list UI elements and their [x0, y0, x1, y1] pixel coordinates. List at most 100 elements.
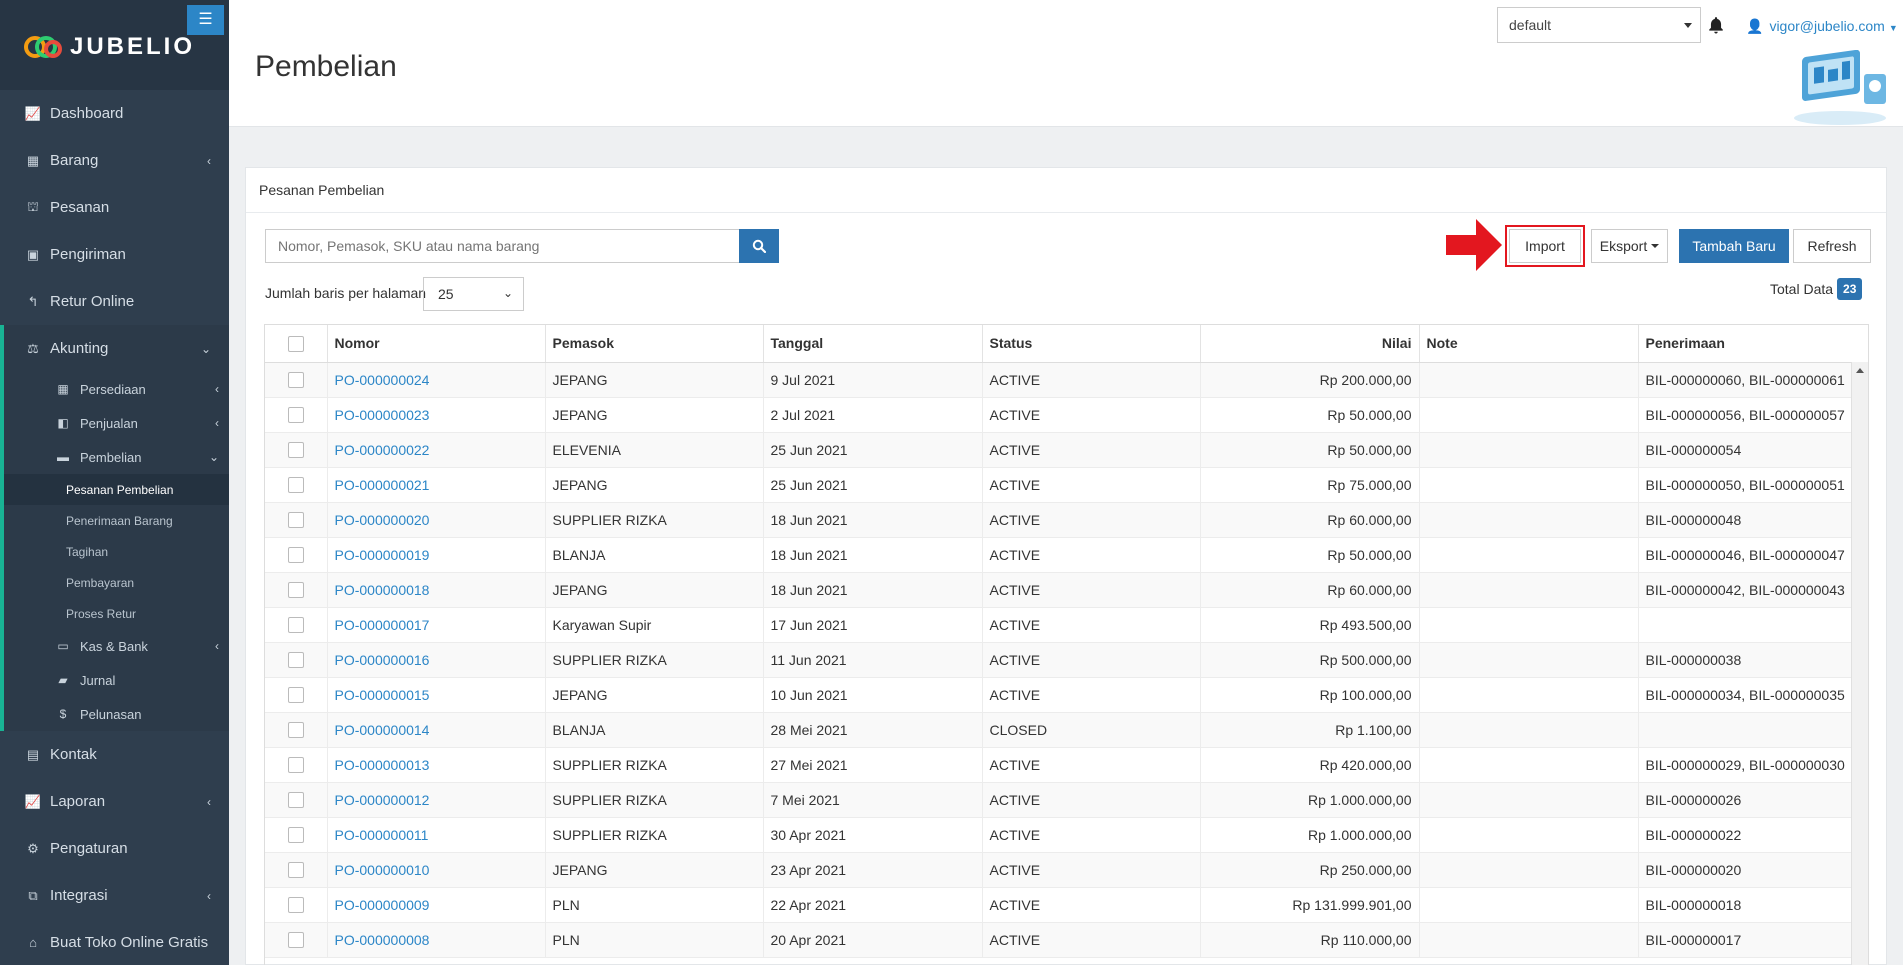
column-header[interactable]: Nilai [1200, 325, 1420, 363]
table-row[interactable]: PO-000000009 PLN 22 Apr 2021 ACTIVE Rp 131.9… [265, 887, 1868, 923]
column-header[interactable]: Note [1419, 325, 1639, 363]
table-row[interactable]: PO-000000024 JEPANG 9 Jul 2021 ACTIVE Rp 200… [265, 362, 1868, 398]
sidebar-item-penerimaan-barang[interactable]: Penerimaan Barang [4, 505, 229, 536]
sidebar-item-pengiriman[interactable]: ▣ Pengiriman [0, 231, 229, 278]
row-checkbox[interactable] [287, 792, 304, 809]
add-new-button[interactable]: Tambah Baru [1679, 229, 1789, 263]
import-button[interactable]: Import [1509, 229, 1581, 263]
refresh-button[interactable]: Refresh [1793, 229, 1871, 263]
sidebar-item-pelunasan[interactable]: $ Pelunasan [4, 697, 229, 731]
table-row[interactable]: PO-000000013 SUPPLIER RIZKA 27 Mei 2021 ACT… [265, 747, 1868, 783]
table-row[interactable]: PO-000000019 BLANJA 18 Jun 2021 ACTIVE Rp 50… [265, 537, 1868, 573]
vertical-scrollbar[interactable] [1851, 362, 1868, 965]
row-checkbox[interactable] [287, 687, 304, 704]
po-number-link[interactable]: PO-000000017 [335, 617, 430, 633]
po-number-link[interactable]: PO-000000020 [335, 512, 430, 528]
row-checkbox[interactable] [287, 582, 304, 599]
row-checkbox[interactable] [287, 897, 304, 914]
sidebar-item-jurnal[interactable]: ▰ Jurnal [4, 663, 229, 697]
table-row[interactable]: PO-000000008 PLN 20 Apr 2021 ACTIVE Rp 110.0… [265, 922, 1868, 958]
sidebar-item-retur-online[interactable]: ↰ Retur Online [0, 278, 229, 325]
sidebar-item-pesanan-pembelian[interactable]: Pesanan Pembelian [4, 474, 229, 505]
sidebar-item-pengaturan[interactable]: ⚙ Pengaturan [0, 825, 229, 872]
bell-icon[interactable] [1707, 16, 1725, 34]
search-button[interactable] [739, 229, 779, 263]
table-row[interactable]: PO-000000018 JEPANG 18 Jun 2021 ACTIVE Rp 60… [265, 572, 1868, 608]
receipts-cell: BIL-000000018 [1638, 887, 1868, 923]
sidebar-item-laporan[interactable]: 📈 Laporan ‹ [0, 778, 229, 825]
sidebar-item-proses-retur[interactable]: Proses Retur [4, 598, 229, 629]
row-checkbox[interactable] [287, 547, 304, 564]
row-checkbox[interactable] [287, 617, 304, 634]
table-row[interactable]: PO-000000012 SUPPLIER RIZKA 7 Mei 2021 ACTI… [265, 782, 1868, 818]
column-header[interactable]: Nomor [327, 325, 546, 363]
table-row[interactable]: PO-000000023 JEPANG 2 Jul 2021 ACTIVE Rp 50.… [265, 397, 1868, 433]
logo[interactable]: JUBELIO [24, 33, 195, 61]
sidebar-item-penjualan[interactable]: ◧ Penjualan ‹ [4, 406, 229, 440]
row-checkbox[interactable] [287, 827, 304, 844]
row-checkbox[interactable] [287, 512, 304, 529]
export-button[interactable]: Eksport [1591, 229, 1668, 263]
user-menu[interactable]: 👤 vigor@jubelio.com ▼ [1746, 18, 1898, 35]
row-checkbox[interactable] [287, 477, 304, 494]
table-row[interactable]: PO-000000014 BLANJA 28 Mei 2021 CLOSED Rp 1.… [265, 712, 1868, 748]
sidebar-item-akunting[interactable]: ⚖ Akunting ⌄ [4, 325, 229, 372]
row-checkbox[interactable] [287, 862, 304, 879]
sidebar-item-persediaan[interactable]: ▦ Persediaan ‹ [4, 372, 229, 406]
scroll-up-icon[interactable] [1856, 368, 1864, 373]
po-number-link[interactable]: PO-000000014 [335, 722, 430, 738]
row-checkbox[interactable] [287, 407, 304, 424]
po-number-link[interactable]: PO-000000022 [335, 442, 430, 458]
column-header[interactable]: Pemasok [545, 325, 764, 363]
sidebar-item-buat-toko[interactable]: ⌂ Buat Toko Online Gratis [0, 919, 229, 965]
row-checkbox[interactable] [287, 652, 304, 669]
sidebar-item-kontak[interactable]: ▤ Kontak [0, 731, 229, 778]
po-number-link[interactable]: PO-000000019 [335, 547, 430, 563]
sidebar-item-dashboard[interactable]: 📈 Dashboard [0, 90, 229, 137]
date-cell: 28 Mei 2021 [763, 712, 983, 748]
sidebar-item-barang[interactable]: ▦ Barang ‹ [0, 137, 229, 184]
po-number-link[interactable]: PO-000000023 [335, 407, 430, 423]
sidebar-item-kas-bank[interactable]: ▭ Kas & Bank ‹ [4, 629, 229, 663]
po-number-link[interactable]: PO-000000011 [335, 827, 429, 843]
po-number-link[interactable]: PO-000000018 [335, 582, 430, 598]
column-header[interactable]: Status [982, 325, 1201, 363]
po-number-link[interactable]: PO-000000015 [335, 687, 430, 703]
sidebar-item-integrasi[interactable]: ⧉ Integrasi ‹ [0, 872, 229, 919]
sidebar-item-pembayaran[interactable]: Pembayaran [4, 567, 229, 598]
po-number-link[interactable]: PO-000000013 [335, 757, 430, 773]
hamburger-icon[interactable]: ☰ [187, 5, 224, 35]
table-row[interactable]: PO-000000011 SUPPLIER RIZKA 30 Apr 2021 ACT… [265, 817, 1868, 853]
sidebar-item-tagihan[interactable]: Tagihan [4, 536, 229, 567]
table-row[interactable]: PO-000000010 JEPANG 23 Apr 2021 ACTIVE Rp 25… [265, 852, 1868, 888]
status-cell: ACTIVE [982, 397, 1201, 433]
sidebar-item-pesanan[interactable]: ⛫ Pesanan [0, 184, 229, 231]
rows-per-page-select[interactable]: 25 ⌄ [423, 277, 524, 311]
table-row[interactable]: PO-000000022 ELEVENIA 25 Jun 2021 ACTIVE Rp … [265, 432, 1868, 468]
po-number-link[interactable]: PO-000000016 [335, 652, 430, 668]
row-checkbox[interactable] [287, 442, 304, 459]
row-checkbox[interactable] [287, 757, 304, 774]
reply-icon: ↰ [27, 293, 39, 309]
table-row[interactable]: PO-000000017 Karyawan Supir 17 Jun 2021 ACT… [265, 607, 1868, 643]
column-header[interactable]: Penerimaan [1638, 325, 1868, 363]
row-checkbox[interactable] [287, 372, 304, 389]
po-number-link[interactable]: PO-000000024 [335, 372, 430, 388]
po-number-link[interactable]: PO-000000012 [335, 792, 430, 808]
po-number-link[interactable]: PO-000000009 [335, 897, 430, 913]
search-input[interactable] [265, 229, 740, 263]
sidebar-item-pembelian[interactable]: ▬ Pembelian ⌄ [4, 440, 229, 474]
table-row[interactable]: PO-000000020 SUPPLIER RIZKA 18 Jun 2021 ACT… [265, 502, 1868, 538]
row-checkbox[interactable] [287, 722, 304, 739]
select-all-checkbox[interactable] [287, 335, 304, 352]
column-header[interactable]: Tanggal [763, 325, 983, 363]
po-number-link[interactable]: PO-000000008 [335, 932, 430, 948]
date-cell: 11 Jun 2021 [763, 642, 983, 678]
table-row[interactable]: PO-000000015 JEPANG 10 Jun 2021 ACTIVE Rp 10… [265, 677, 1868, 713]
row-checkbox[interactable] [287, 932, 304, 949]
table-row[interactable]: PO-000000016 SUPPLIER RIZKA 11 Jun 2021 ACT… [265, 642, 1868, 678]
po-number-link[interactable]: PO-000000021 [335, 477, 430, 493]
table-row[interactable]: PO-000000021 JEPANG 25 Jun 2021 ACTIVE Rp 75… [265, 467, 1868, 503]
po-number-link[interactable]: PO-000000010 [335, 862, 430, 878]
branch-select[interactable]: default [1497, 7, 1701, 43]
